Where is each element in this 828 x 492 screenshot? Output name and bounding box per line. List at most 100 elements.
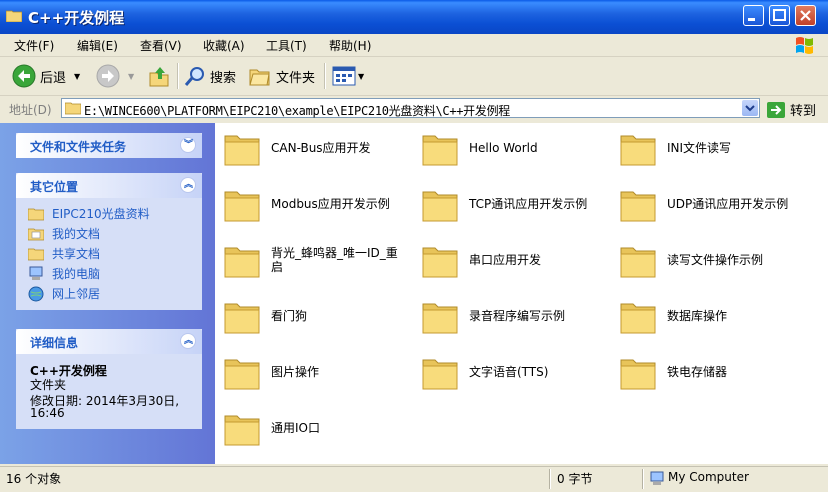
minimize-button[interactable]	[743, 5, 764, 26]
close-button[interactable]	[795, 5, 816, 26]
back-dropdown-icon[interactable]: ▼	[74, 72, 80, 81]
folder-icon	[620, 303, 656, 334]
menu-view[interactable]: 查看(V)	[140, 37, 182, 54]
folder-icon	[28, 208, 44, 220]
computer-icon	[29, 266, 43, 280]
folder-name: Modbus应用开发示例	[271, 197, 390, 211]
folder-item[interactable]: 录音程序编写示例	[421, 296, 619, 336]
views-dropdown-icon[interactable]: ▼	[358, 72, 364, 81]
menu-tools[interactable]: 工具(T)	[266, 37, 307, 54]
folder-name: 串口应用开发	[469, 253, 542, 267]
folder-name: 看门狗	[271, 309, 308, 323]
folder-item[interactable]: 通用IO口	[223, 408, 421, 448]
views-icon	[332, 66, 356, 86]
forward-button[interactable]: ▼	[96, 63, 134, 89]
link-my-computer[interactable]: 我的电脑	[28, 265, 100, 282]
link-my-documents[interactable]: 我的文档	[28, 225, 100, 242]
forward-dropdown-icon[interactable]: ▼	[128, 72, 134, 81]
folder-item[interactable]: Modbus应用开发示例	[223, 184, 421, 224]
file-tasks-header[interactable]: 文件和文件夹任务 ︾	[16, 133, 202, 158]
folder-item[interactable]: CAN-Bus应用开发	[223, 128, 421, 168]
go-label: 转到	[790, 104, 817, 119]
menu-bar: 文件(F) 编辑(E) 查看(V) 收藏(A) 工具(T) 帮助(H)	[0, 34, 828, 57]
details-time: 16:46	[30, 406, 65, 420]
toolbar-separator	[324, 63, 326, 89]
windows-logo-icon	[796, 37, 813, 54]
expand-icon[interactable]: ︾	[180, 137, 196, 153]
folder-name: 数据库操作	[667, 309, 728, 323]
search-button[interactable]: 搜索	[184, 63, 236, 89]
folder-icon	[620, 247, 656, 278]
folder-name: INI文件读写	[667, 141, 732, 155]
maximize-button[interactable]	[769, 5, 790, 26]
folder-name: CAN-Bus应用开发	[271, 141, 371, 155]
collapse-icon[interactable]: ︽	[180, 333, 196, 349]
link-label: 我的文档	[52, 227, 101, 241]
status-bar: 16 个对象 0 字节 My Computer	[0, 466, 828, 492]
folder-item[interactable]: UDP通讯应用开发示例	[619, 184, 817, 224]
forward-arrow-icon	[96, 64, 120, 88]
chevron-down-icon	[745, 105, 755, 112]
folder-item[interactable]: 读写文件操作示例	[619, 240, 817, 280]
link-label: EIPC210光盘资料	[52, 207, 150, 221]
folders-button[interactable]: 文件夹	[248, 63, 315, 89]
back-arrow-icon	[12, 64, 36, 88]
folder-name: 图片操作	[271, 365, 320, 379]
details-type: 文件夹	[30, 378, 67, 392]
folder-item[interactable]: Hello World	[421, 128, 619, 168]
toolbar: 后退 ▼ ▼ 搜索 文件夹 ▼	[0, 57, 828, 96]
close-icon	[800, 10, 811, 21]
folder-name: 录音程序编写示例	[469, 309, 566, 323]
folder-item[interactable]: TCP通讯应用开发示例	[421, 184, 619, 224]
menu-help[interactable]: 帮助(H)	[329, 37, 371, 54]
folder-item[interactable]: 看门狗	[223, 296, 421, 336]
folder-icon	[224, 359, 260, 390]
title-bar[interactable]: C++开发例程	[0, 0, 828, 34]
explorer-window: C++开发例程 文件(F) 编辑(E) 查看(V) 收藏(A) 工具(T) 帮助…	[0, 0, 828, 492]
folder-item[interactable]: 图片操作	[223, 352, 421, 392]
task-pane: 文件和文件夹任务 ︾ 其它位置 ︽ EIPC210光盘资料 我的文档 共享文档	[0, 123, 215, 464]
folder-item[interactable]: 数据库操作	[619, 296, 817, 336]
go-button[interactable]: 转到	[767, 100, 816, 119]
other-places-panel: 其它位置 ︽ EIPC210光盘资料 我的文档 共享文档 我的电脑 网上邻居	[16, 173, 202, 310]
file-tasks-panel: 文件和文件夹任务 ︾	[16, 133, 202, 158]
other-places-header[interactable]: 其它位置 ︽	[16, 173, 202, 198]
folder-item[interactable]: 文字语音(TTS)	[421, 352, 619, 392]
menu-edit[interactable]: 编辑(E)	[77, 37, 118, 54]
folder-icon	[620, 191, 656, 222]
address-dropdown-button[interactable]	[742, 100, 758, 116]
up-button[interactable]	[147, 63, 171, 89]
menu-favorites[interactable]: 收藏(A)	[203, 37, 245, 54]
link-shared-documents[interactable]: 共享文档	[28, 245, 100, 262]
maximize-icon	[773, 9, 786, 21]
back-button[interactable]: 后退 ▼	[12, 63, 80, 89]
folder-name: TCP通讯应用开发示例	[469, 197, 588, 211]
collapse-icon[interactable]: ︽	[180, 177, 196, 193]
folder-icon	[620, 359, 656, 390]
address-label: 地址(D)	[9, 103, 52, 117]
link-eipc210[interactable]: EIPC210光盘资料	[28, 205, 150, 222]
folder-icon	[620, 135, 656, 166]
folder-icon	[224, 415, 260, 446]
folder-icon	[422, 359, 458, 390]
link-network-places[interactable]: 网上邻居	[28, 285, 100, 302]
folder-icon	[224, 303, 260, 334]
views-button[interactable]: ▼	[332, 63, 364, 89]
details-panel: 详细信息 ︽ C++开发例程 文件夹 修改日期: 2014年3月30日, 16:…	[16, 329, 202, 429]
folder-icon	[422, 191, 458, 222]
folders-icon	[249, 69, 270, 86]
menu-file[interactable]: 文件(F)	[14, 37, 54, 54]
address-input[interactable]: E:\WINCE600\PLATFORM\EIPC210\example\EIP…	[61, 98, 760, 118]
minimize-icon	[748, 18, 755, 21]
link-label: 共享文档	[52, 247, 101, 261]
folder-item[interactable]: 背光_蜂鸣器_唯一ID_重启	[223, 240, 406, 280]
folder-item[interactable]: INI文件读写	[619, 128, 817, 168]
folder-icon	[422, 135, 458, 166]
folder-item[interactable]: 铁电存储器	[619, 352, 817, 392]
computer-icon	[650, 471, 664, 485]
details-header[interactable]: 详细信息 ︽	[16, 329, 202, 354]
folder-item[interactable]: 串口应用开发	[421, 240, 619, 280]
other-places-title: 其它位置	[30, 180, 79, 194]
network-globe-icon	[28, 286, 44, 301]
folder-icon	[224, 247, 260, 278]
